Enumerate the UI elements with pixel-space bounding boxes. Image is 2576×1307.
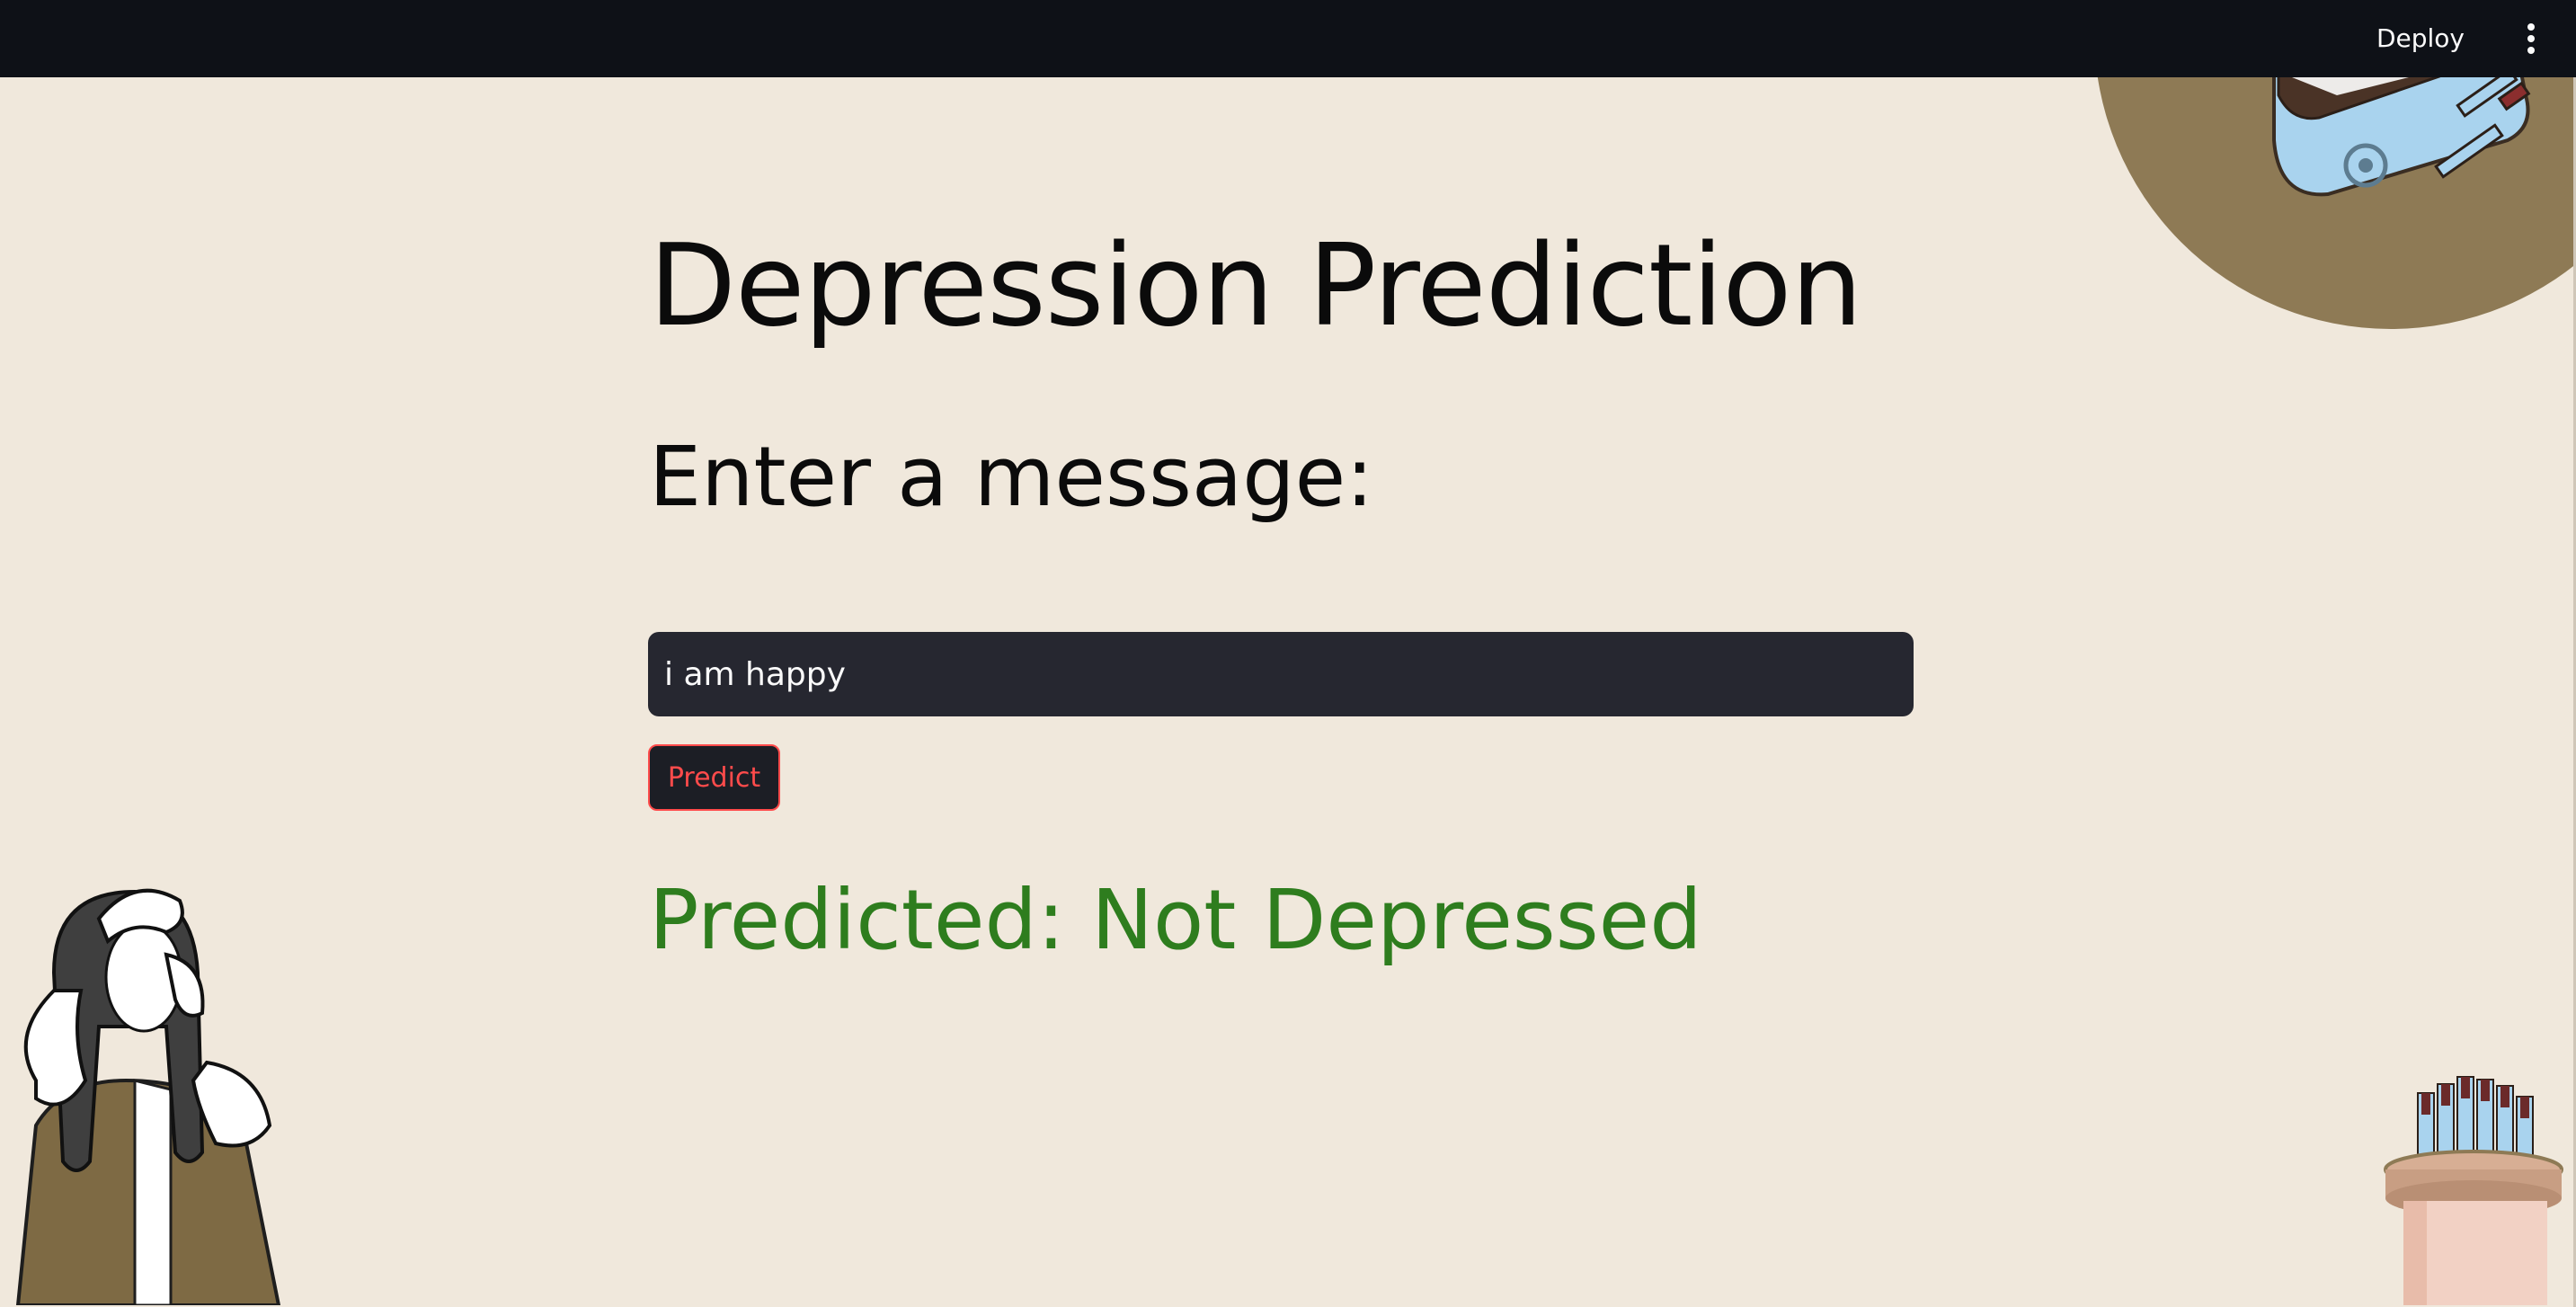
input-heading: Enter a message:	[649, 429, 1374, 525]
glucose-meter-illustration	[2097, 77, 2576, 329]
prediction-result: Predicted: Not Depressed	[649, 872, 1702, 968]
vertical-ellipsis-icon[interactable]	[2513, 20, 2549, 58]
top-bar: Deploy	[0, 0, 2576, 77]
predict-button[interactable]: Predict	[648, 744, 780, 811]
page-title: Depression Prediction	[649, 219, 1862, 351]
message-input[interactable]	[648, 632, 1914, 716]
test-strip-container-illustration	[2384, 1076, 2563, 1305]
stressed-woman-illustration	[15, 888, 281, 1305]
main-content: Depression Prediction Enter a message: P…	[0, 77, 2576, 1305]
deploy-button[interactable]: Deploy	[2376, 22, 2465, 56]
